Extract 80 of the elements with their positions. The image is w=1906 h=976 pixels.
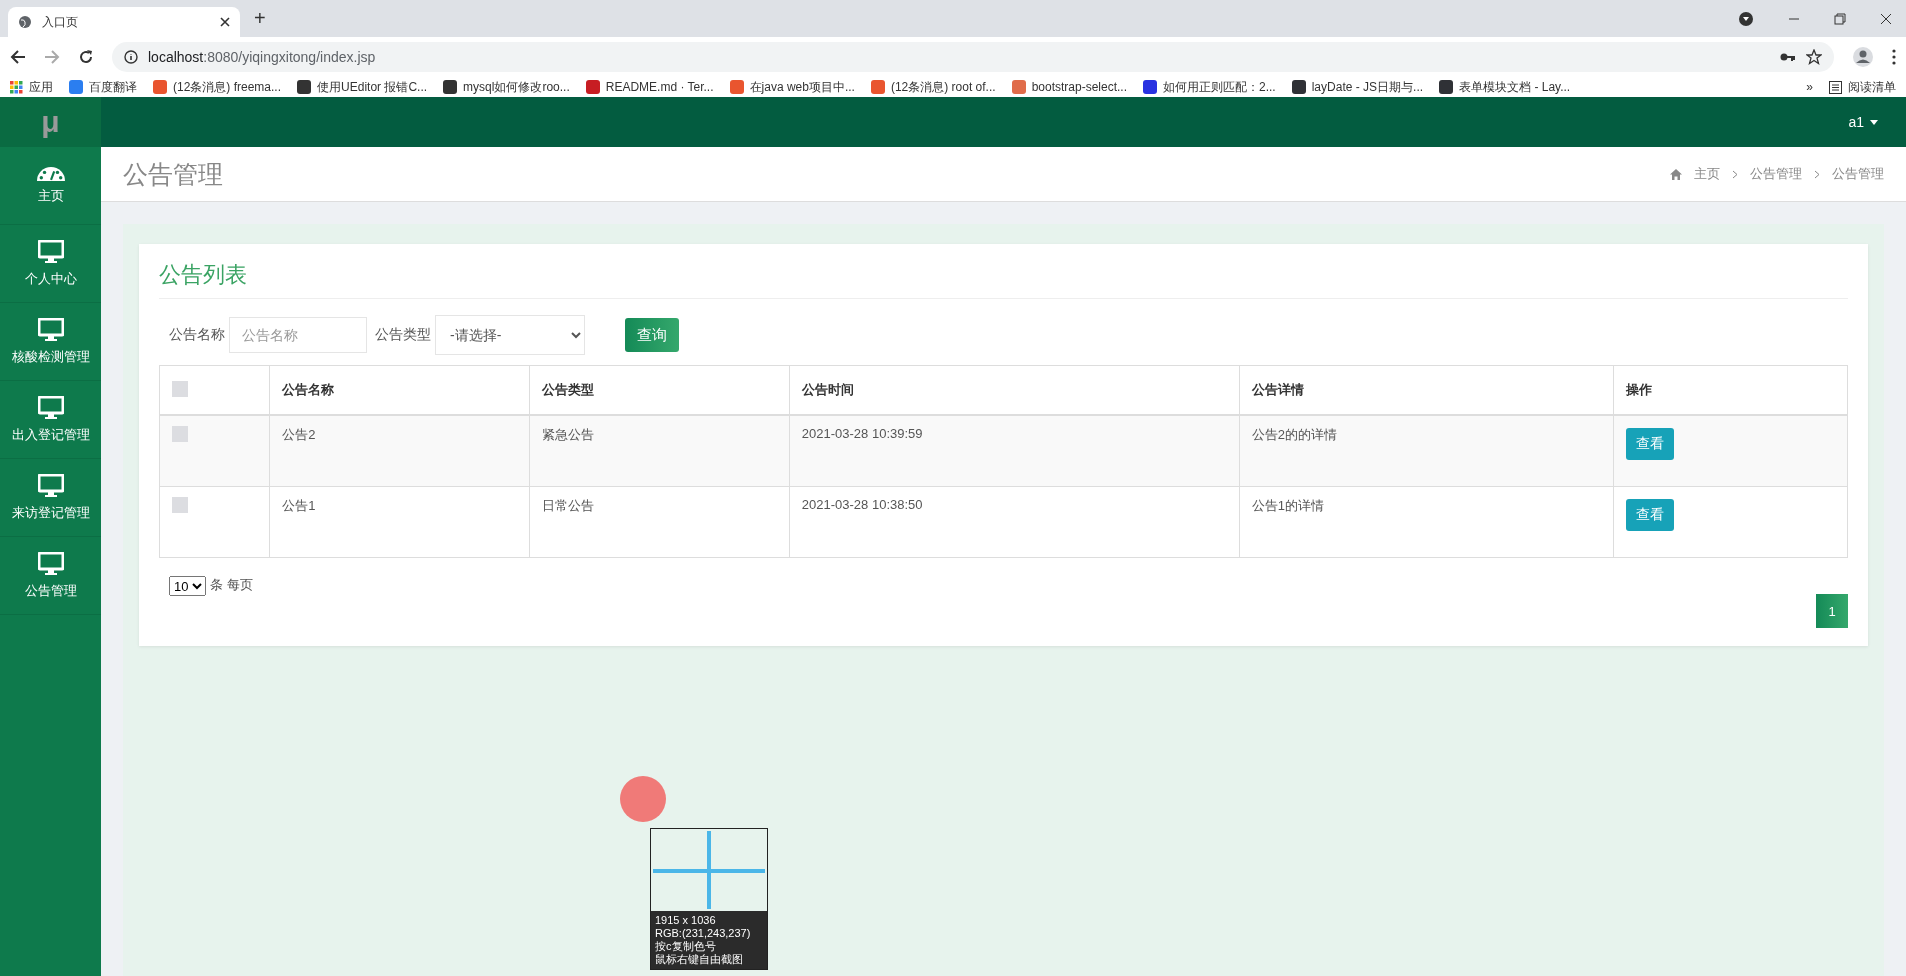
close-icon[interactable] <box>1880 12 1892 25</box>
chevron-icon <box>1814 169 1820 179</box>
card-title: 公告列表 <box>159 260 1848 299</box>
new-tab-button[interactable]: + <box>254 7 266 30</box>
url-text: localhost:8080/yiqingxitong/index.jsp <box>148 49 376 65</box>
capture-info-text: 按c复制色号 <box>655 940 717 953</box>
bookmark-link[interactable]: (12条消息) root of... <box>870 78 996 96</box>
table-cell: 公告1 <box>269 486 530 558</box>
dashboard-icon <box>36 166 65 181</box>
capture-info-text: 鼠标右键自由截图 <box>655 953 744 966</box>
type-select[interactable]: -请选择- <box>435 315 585 355</box>
sidebar-label: 公告管理 <box>24 581 77 600</box>
page-link[interactable]: 1 <box>1816 594 1848 628</box>
monitor-icon <box>37 317 64 342</box>
address-bar[interactable]: localhost:8080/yiqingxitong/index.jsp <box>112 42 1834 72</box>
user-menu[interactable]: a1 <box>1848 114 1878 130</box>
key-icon[interactable] <box>1780 52 1796 62</box>
name-input-field[interactable]: 公告名称 <box>229 317 367 353</box>
table-cell: 公告2的的详情 <box>1239 415 1614 487</box>
user-avatar-icon[interactable] <box>1852 46 1874 68</box>
apps-grid-icon <box>10 80 23 94</box>
bookmark-link[interactable]: 表单模块文档 - Lay... <box>1439 78 1571 96</box>
monitor-icon <box>37 395 64 420</box>
capture-info-text: RGB:(231,243,237) <box>655 927 752 940</box>
page-title: 公告管理 <box>123 158 223 190</box>
tab-title: 入口页 <box>42 13 79 31</box>
search-button[interactable]: 查询 <box>625 318 679 352</box>
bookmark-link[interactable]: (12条消息) freema... <box>153 78 282 96</box>
reload-icon[interactable] <box>78 49 94 65</box>
monitor-icon <box>37 239 64 264</box>
page-size-select[interactable]: 10 <box>169 576 206 596</box>
caret-icon <box>1870 119 1878 125</box>
bookmark-link[interactable]: README.md · Ter... <box>585 80 714 94</box>
bookmark-link[interactable]: 百度翻译 <box>69 78 137 96</box>
chevron-icon <box>1732 169 1738 179</box>
monitor-icon <box>37 551 64 576</box>
apps-bookmark[interactable]: 应用 <box>10 78 53 96</box>
table-cell: 公告2 <box>269 415 530 487</box>
bookmark-link[interactable]: layDate - JS日期与... <box>1291 78 1424 96</box>
star-icon[interactable] <box>1806 49 1822 65</box>
more-menu-icon[interactable] <box>1892 49 1896 65</box>
sidebar-label: 主页 <box>37 186 64 205</box>
list-icon <box>1829 80 1842 94</box>
bookmark-link[interactable]: mysql如何修改roo... <box>443 78 570 96</box>
info-icon <box>124 50 138 64</box>
back-arrow-icon[interactable] <box>10 49 26 65</box>
breadcrumb-link[interactable]: 公告管理 <box>1750 165 1802 183</box>
checkbox[interactable] <box>172 380 188 397</box>
table-cell: 公告1的详情 <box>1239 486 1614 558</box>
close-icon[interactable] <box>220 17 230 27</box>
globe-icon <box>18 15 32 29</box>
checkbox[interactable] <box>172 426 188 442</box>
browser-tab[interactable]: 入口页 <box>8 7 240 37</box>
page-size-label: 条 每页 <box>210 576 253 594</box>
table-cell: 2021-03-28 10:39:59 <box>789 415 1240 487</box>
crosshair-icon <box>651 829 767 911</box>
bookmark-link[interactable]: 在java web项目中... <box>729 78 855 96</box>
sidebar-label: 来访登记管理 <box>11 503 90 522</box>
home-icon <box>1670 168 1682 180</box>
table-cell: 2021-03-28 10:38:50 <box>789 486 1240 558</box>
capture-info-text: 1915 x 1036 <box>655 914 717 927</box>
bookmark-link[interactable]: 使用UEditor 报错C... <box>297 78 428 96</box>
table-cell: 日常公告 <box>529 486 790 558</box>
monitor-icon <box>37 473 64 498</box>
sidebar-label: 个人中心 <box>24 269 77 288</box>
bookmark-link[interactable]: bootstrap-select... <box>1011 80 1127 94</box>
restore-icon[interactable] <box>1834 12 1846 25</box>
breadcrumb-link[interactable]: 公告管理 <box>1832 165 1884 183</box>
app-logo: μ <box>0 97 101 147</box>
sidebar-label: 核酸检测管理 <box>11 347 90 366</box>
sidebar-label: 出入登记管理 <box>11 425 90 444</box>
reading-list-button[interactable]: 阅读清单 <box>1829 78 1896 96</box>
checkbox[interactable] <box>172 497 188 513</box>
breadcrumb-link[interactable]: 主页 <box>1694 165 1720 183</box>
bookmark-overflow-button[interactable]: » <box>1806 80 1813 94</box>
profile-menu-icon[interactable] <box>1738 10 1754 27</box>
filter-label: 公告名称 <box>169 326 225 344</box>
filter-label: 公告类型 <box>375 326 431 344</box>
bookmark-link[interactable]: 如何用正则匹配：2... <box>1143 78 1276 96</box>
table-cell: 紧急公告 <box>529 415 790 487</box>
